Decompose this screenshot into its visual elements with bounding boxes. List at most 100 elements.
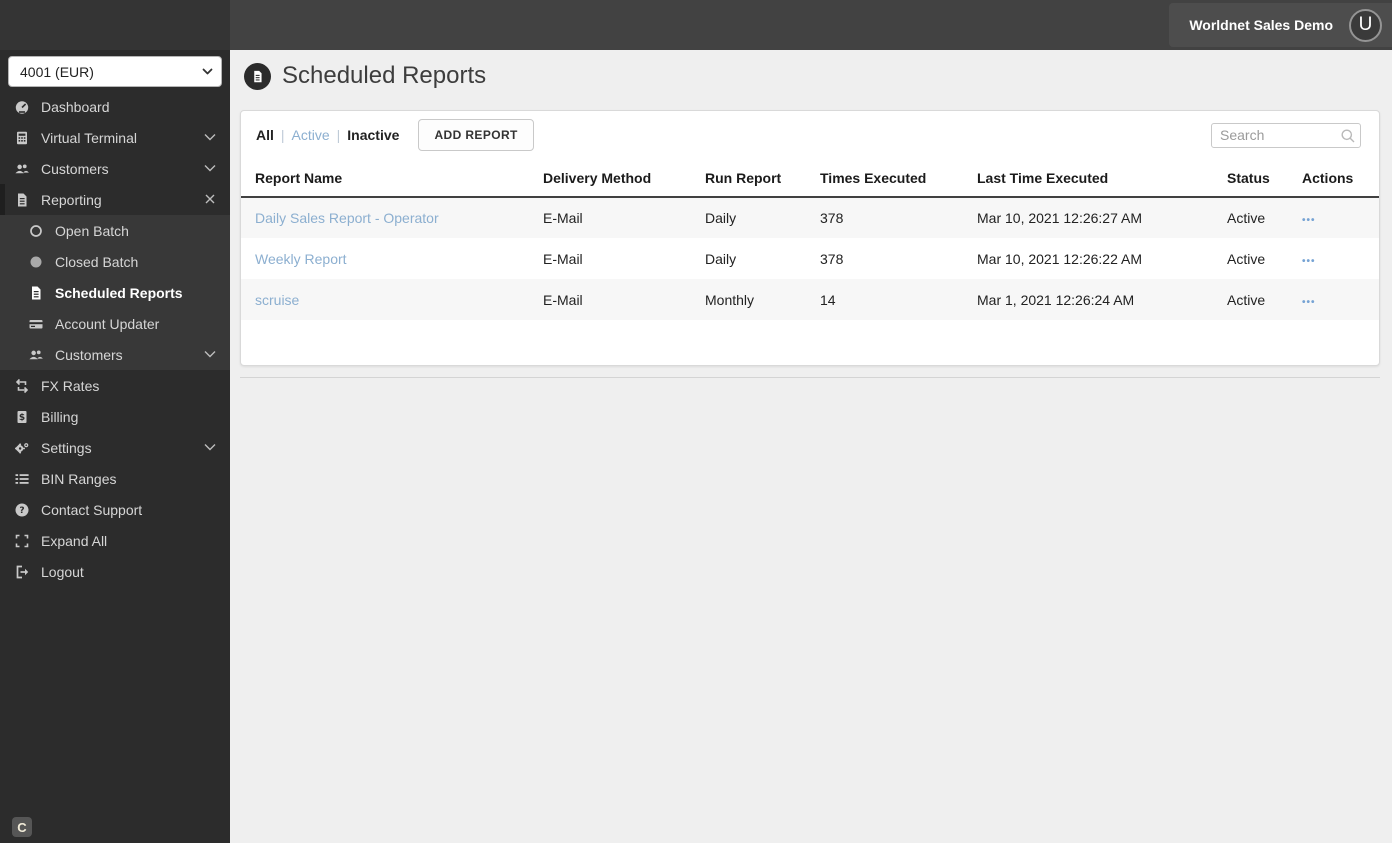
content-divider: [240, 377, 1380, 378]
sidebar-item-customers[interactable]: Customers: [0, 153, 230, 184]
topbar: Worldnet Sales Demo U: [0, 0, 1392, 50]
sidebar-item-contact-support[interactable]: ? Contact Support: [0, 494, 230, 525]
col-report-name: Report Name: [241, 159, 529, 198]
sidebar-item-bin-ranges[interactable]: BIN Ranges: [0, 463, 230, 494]
run-report-cell: Daily: [705, 210, 737, 226]
col-delivery-method: Delivery Method: [529, 159, 691, 198]
footer-logo-letter: C: [17, 819, 27, 835]
sidebar: 4001 (EUR) Dashboard Virtual Terminal Cu…: [0, 50, 230, 843]
sidebar-item-label: Logout: [41, 563, 84, 580]
table-header-row: Report Name Delivery Method Run Report T…: [241, 159, 1379, 198]
sidebar-item-account-updater[interactable]: Account Updater: [0, 308, 230, 339]
chevron-down-icon[interactable]: [202, 160, 218, 179]
last-time-executed-cell: Mar 10, 2021 12:26:22 AM: [977, 250, 1142, 267]
sidebar-item-open-batch[interactable]: Open Batch: [0, 215, 230, 246]
page-title: Scheduled Reports: [282, 62, 487, 89]
settings-icon: [14, 440, 30, 456]
close-icon[interactable]: [202, 191, 218, 210]
delivery-method-cell: E-Mail: [543, 210, 583, 226]
logout-icon: [14, 564, 30, 580]
sidebar-item-reporting[interactable]: Reporting: [0, 184, 230, 215]
report-name-link[interactable]: Weekly Report: [255, 251, 347, 267]
billing-icon: $: [14, 409, 30, 425]
sidebar-item-scheduled-reports[interactable]: Scheduled Reports: [0, 277, 230, 308]
sidebar-item-label: Billing: [41, 408, 79, 425]
report-name-link[interactable]: scruise: [255, 292, 299, 308]
fx-rates-icon: [14, 378, 30, 394]
filter-separator: |: [280, 127, 285, 143]
sidebar-item-virtual-terminal[interactable]: Virtual Terminal: [0, 122, 230, 153]
times-executed-cell: 14: [820, 291, 836, 308]
customers-icon: [28, 347, 44, 363]
sidebar-item-label: Open Batch: [55, 222, 129, 239]
avatar-letter: U: [1358, 14, 1373, 35]
expand-all-icon: [14, 533, 30, 549]
sidebar-item-label: Expand All: [41, 532, 108, 549]
chevron-down-icon[interactable]: [202, 346, 218, 365]
actions-menu-button[interactable]: •••: [1302, 256, 1316, 267]
footer-logo: C: [12, 817, 32, 837]
last-time-executed-cell: Mar 1, 2021 12:26:24 AM: [977, 291, 1135, 308]
report-name-link[interactable]: Daily Sales Report - Operator: [255, 210, 439, 226]
sidebar-item-closed-batch[interactable]: Closed Batch: [0, 246, 230, 277]
sidebar-item-label: Account Updater: [55, 315, 160, 332]
user-badge[interactable]: Worldnet Sales Demo U: [1169, 3, 1392, 47]
customers-icon: [14, 161, 30, 177]
reports-toolbar: All | Active | Inactive ADD REPORT: [241, 111, 1379, 159]
account-select[interactable]: 4001 (EUR): [8, 56, 222, 87]
status-cell: Active: [1227, 210, 1266, 226]
search-wrap: [1211, 122, 1361, 148]
sidebar-item-label: FX Rates: [41, 377, 100, 394]
open-batch-icon: [28, 223, 44, 239]
actions-menu-button[interactable]: •••: [1302, 215, 1316, 226]
sidebar-item-customers-sub[interactable]: Customers: [0, 339, 230, 370]
filter-active[interactable]: Active: [292, 127, 330, 143]
sidebar-item-expand-all[interactable]: Expand All: [0, 525, 230, 556]
reporting-icon: [14, 192, 30, 208]
reporting-submenu: Open Batch Closed Batch Scheduled Report…: [0, 215, 230, 370]
filter-inactive[interactable]: Inactive: [347, 127, 399, 143]
sidebar-item-label: Virtual Terminal: [41, 129, 137, 146]
search-input[interactable]: [1211, 122, 1361, 148]
sidebar-item-label: Customers: [41, 160, 109, 177]
filter-separator: |: [336, 127, 341, 143]
bin-ranges-icon: [14, 471, 30, 487]
scheduled-reports-icon: [28, 285, 44, 301]
account-select-wrap: 4001 (EUR): [8, 56, 222, 87]
delivery-method-cell: E-Mail: [543, 291, 583, 308]
sidebar-item-dashboard[interactable]: Dashboard: [0, 91, 230, 122]
table-row: Daily Sales Report - Operator E-Mail Dai…: [241, 197, 1379, 238]
page-header: Scheduled Reports: [244, 62, 486, 90]
main-content: Scheduled Reports All | Active | Inactiv…: [230, 50, 1392, 843]
user-avatar[interactable]: U: [1349, 8, 1382, 42]
last-time-executed-cell: Mar 10, 2021 12:26:27 AM: [977, 210, 1142, 226]
actions-menu-button[interactable]: •••: [1302, 297, 1316, 308]
add-report-button[interactable]: ADD REPORT: [418, 119, 534, 151]
sidebar-item-fx-rates[interactable]: FX Rates: [0, 370, 230, 401]
reports-table: Report Name Delivery Method Run Report T…: [241, 159, 1379, 320]
sidebar-item-label: Contact Support: [41, 501, 143, 518]
sidebar-item-label: Closed Batch: [55, 253, 139, 270]
sidebar-item-label: Dashboard: [41, 98, 110, 115]
filter-all[interactable]: All: [256, 127, 274, 143]
run-report-cell: Daily: [705, 250, 737, 267]
delivery-method-cell: E-Mail: [543, 250, 583, 267]
times-executed-cell: 378: [820, 210, 844, 226]
reports-card: All | Active | Inactive ADD REPORT Repor…: [240, 110, 1380, 366]
status-cell: Active: [1227, 291, 1266, 308]
col-status: Status: [1213, 159, 1288, 198]
account-updater-icon: [28, 316, 44, 332]
closed-batch-icon: [28, 254, 44, 270]
col-times-executed: Times Executed: [806, 159, 963, 198]
table-row: scruise E-Mail Monthly 14 Mar 1, 2021 12…: [241, 279, 1379, 320]
svg-text:?: ?: [19, 506, 24, 516]
sidebar-item-label: Scheduled Reports: [55, 284, 183, 301]
sidebar-item-billing[interactable]: $ Billing: [0, 401, 230, 432]
chevron-down-icon[interactable]: [202, 439, 218, 458]
chevron-down-icon[interactable]: [202, 129, 218, 148]
sidebar-item-settings[interactable]: Settings: [0, 432, 230, 463]
sidebar-item-logout[interactable]: Logout: [0, 556, 230, 587]
sidebar-item-label: BIN Ranges: [41, 470, 117, 487]
status-cell: Active: [1227, 250, 1266, 267]
sidebar-item-label: Settings: [41, 439, 92, 456]
